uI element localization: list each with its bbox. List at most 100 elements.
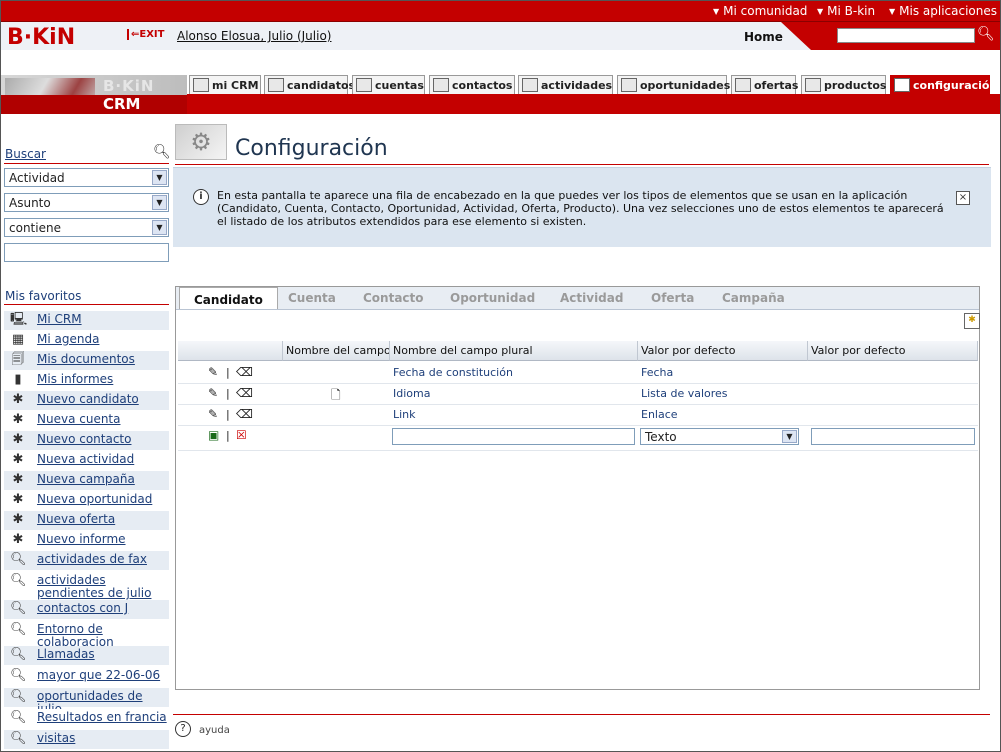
favorite-item[interactable]: 🔍︎ mayor que 22-06-06 bbox=[4, 667, 169, 686]
chevron-down-icon[interactable]: ▼ bbox=[152, 220, 167, 235]
new-record-icon[interactable]: ✱ bbox=[964, 313, 980, 329]
favorite-label[interactable]: visitas bbox=[37, 732, 167, 745]
link-mi-bkin[interactable]: ▼ Mi B-kin bbox=[817, 4, 875, 18]
default-value-input[interactable] bbox=[811, 428, 975, 445]
plural-name-input[interactable] bbox=[392, 428, 635, 445]
favorite-item[interactable]: ✱ Nueva actividad bbox=[4, 451, 169, 470]
tab-candidato[interactable]: Candidato bbox=[179, 287, 278, 309]
tab-contacto[interactable]: Contacto bbox=[363, 291, 424, 305]
eraser-icon[interactable]: ⌫ bbox=[236, 365, 253, 379]
tab-ofertas[interactable]: ofertas bbox=[731, 75, 799, 94]
tab-configuracion[interactable]: configuración bbox=[890, 75, 997, 94]
tab-contactos[interactable]: contactos bbox=[429, 75, 515, 94]
tab-mi-crm[interactable]: mi CRM bbox=[189, 75, 261, 94]
favorite-label[interactable]: Mis documentos bbox=[37, 353, 167, 366]
new-candidate-icon: ✱ bbox=[12, 392, 24, 407]
tab-oportunidad[interactable]: Oportunidad bbox=[450, 291, 535, 305]
link-mi-bkin-label[interactable]: Mi B-kin bbox=[827, 4, 875, 18]
favorite-label[interactable]: Mis informes bbox=[37, 373, 167, 386]
favorite-item[interactable]: 🗐 Mis documentos bbox=[4, 351, 169, 370]
exit-button[interactable]: ⇐EXIT bbox=[127, 29, 169, 43]
favorite-label[interactable]: Nuevo contacto bbox=[37, 433, 167, 446]
favorite-item[interactable]: 🔍︎ contactos con J bbox=[4, 600, 169, 619]
close-icon[interactable]: × bbox=[956, 191, 970, 205]
pencil-icon[interactable]: ✎ bbox=[208, 365, 218, 379]
favorite-label[interactable]: Mi CRM bbox=[37, 313, 167, 326]
chevron-down-icon[interactable]: ▼ bbox=[152, 170, 167, 185]
tab-label: ofertas bbox=[754, 79, 799, 92]
favorite-label[interactable]: actividades pendientes de julio bbox=[37, 574, 167, 600]
top-search-input[interactable] bbox=[837, 28, 975, 43]
favorite-item[interactable]: 🔍︎ Entorno de colaboracion bbox=[4, 621, 169, 649]
favorite-label[interactable]: Nuevo candidato bbox=[37, 393, 167, 406]
pencil-icon[interactable]: ✎ bbox=[208, 407, 218, 421]
help-link[interactable]: ayuda bbox=[199, 725, 230, 736]
tab-campana[interactable]: Campaña bbox=[722, 291, 785, 305]
chevron-down-icon[interactable]: ▼ bbox=[782, 430, 797, 443]
eraser-icon[interactable]: ⌫ bbox=[236, 407, 253, 421]
home-link[interactable]: Home bbox=[744, 30, 783, 44]
tab-productos[interactable]: productos bbox=[801, 75, 886, 94]
favorite-item[interactable]: ▮ Mis informes bbox=[4, 371, 169, 390]
field-select[interactable]: Asunto ▼ bbox=[4, 193, 169, 212]
tab-actividad[interactable]: Actividad bbox=[560, 291, 623, 305]
favorite-item[interactable]: 🔍︎ visitas bbox=[4, 730, 169, 749]
entity-select[interactable]: Actividad ▼ bbox=[4, 168, 169, 187]
favorite-item[interactable]: ✱ Nuevo informe bbox=[4, 531, 169, 550]
favorite-item[interactable]: 🔍︎ actividades de fax bbox=[4, 551, 169, 570]
chevron-down-icon[interactable]: ▼ bbox=[152, 195, 167, 210]
favorite-label[interactable]: Nueva oferta bbox=[37, 513, 167, 526]
search-icon[interactable]: 🔍︎ bbox=[153, 144, 171, 160]
search-icon[interactable]: 🔍︎ bbox=[977, 26, 995, 42]
favorite-label[interactable]: Nuevo informe bbox=[37, 533, 167, 546]
tab-oferta[interactable]: Oferta bbox=[651, 291, 694, 305]
tab-cuenta[interactable]: Cuenta bbox=[288, 291, 336, 305]
col-header-valor-2[interactable]: Valor por defecto bbox=[808, 341, 978, 361]
user-link[interactable]: Alonso Elosua, Julio (Julio) bbox=[177, 29, 331, 43]
col-header-nombre[interactable]: Nombre del campo bbox=[283, 341, 390, 361]
favorite-label[interactable]: Nueva actividad bbox=[37, 453, 167, 466]
link-mi-comunidad[interactable]: ▼ Mi comunidad bbox=[713, 4, 807, 18]
favorite-label[interactable]: mayor que 22-06-06 bbox=[37, 669, 167, 682]
favorite-label[interactable]: Mi agenda bbox=[37, 333, 167, 346]
favorite-item[interactable]: 🔍︎oportunidades de julio bbox=[4, 688, 169, 716]
favorite-label[interactable]: contactos con J bbox=[37, 602, 167, 615]
favorite-label[interactable]: actividades de fax bbox=[37, 553, 167, 566]
type-select[interactable]: Texto ▼ bbox=[640, 428, 799, 445]
favorite-item[interactable]: 🔍︎ actividades pendientes de julio bbox=[4, 572, 169, 600]
favorite-item[interactable]: 🖳 Mi CRM bbox=[4, 311, 169, 330]
link-mi-comunidad-label[interactable]: Mi comunidad bbox=[723, 4, 807, 18]
operator-select[interactable]: contiene ▼ bbox=[4, 218, 169, 237]
eraser-icon[interactable]: ⌫ bbox=[236, 386, 253, 400]
col-header-valor[interactable]: Valor por defecto bbox=[638, 341, 808, 361]
favorite-item[interactable]: ✱ Nuevo contacto bbox=[4, 431, 169, 450]
buscar-link[interactable]: Buscar bbox=[5, 147, 46, 161]
favorite-label[interactable]: Llamadas bbox=[37, 648, 167, 661]
col-header-plural[interactable]: Nombre del campo plural bbox=[390, 341, 638, 361]
favorite-item[interactable]: 🔍︎ Llamadas bbox=[4, 646, 169, 665]
save-icon[interactable]: ▣ bbox=[208, 428, 219, 442]
favorite-item[interactable]: ✱ Nuevo candidato bbox=[4, 391, 169, 410]
tab-cuentas[interactable]: cuentas bbox=[352, 75, 425, 94]
favorite-label[interactable]: Nueva oportunidad bbox=[37, 493, 167, 506]
favorite-label[interactable]: Nueva campaña bbox=[37, 473, 167, 486]
tab-candidatos[interactable]: candidatos bbox=[264, 75, 355, 94]
cell-plural: Link bbox=[393, 408, 416, 421]
favorite-item[interactable]: ✱ Nueva cuenta bbox=[4, 411, 169, 430]
pencil-icon[interactable]: ✎ bbox=[208, 386, 218, 400]
favorite-item[interactable]: ✱ Nueva oferta bbox=[4, 511, 169, 530]
favorite-item[interactable]: ✱ Nueva oportunidad bbox=[4, 491, 169, 510]
search-value-input[interactable] bbox=[4, 243, 169, 262]
favorite-label[interactable]: Resultados en francia bbox=[37, 711, 167, 724]
bkin-logo[interactable]: B·KiN bbox=[7, 25, 75, 50]
favorite-label[interactable]: Nueva cuenta bbox=[37, 413, 167, 426]
tab-oportunidades[interactable]: oportunidades bbox=[617, 75, 730, 94]
help-icon[interactable]: ? bbox=[175, 721, 191, 737]
tab-actividades[interactable]: actividades bbox=[518, 75, 613, 94]
favorite-item[interactable]: 🔍︎ Resultados en francia bbox=[4, 709, 169, 728]
link-mis-aplicaciones[interactable]: ▼ Mis aplicaciones bbox=[889, 4, 997, 18]
favorite-item[interactable]: ▦ Mi agenda bbox=[4, 331, 169, 350]
cancel-icon[interactable]: ☒ bbox=[236, 428, 247, 442]
favorite-item[interactable]: ✱ Nueva campaña bbox=[4, 471, 169, 490]
link-mis-aplicaciones-label[interactable]: Mis aplicaciones bbox=[899, 4, 997, 18]
